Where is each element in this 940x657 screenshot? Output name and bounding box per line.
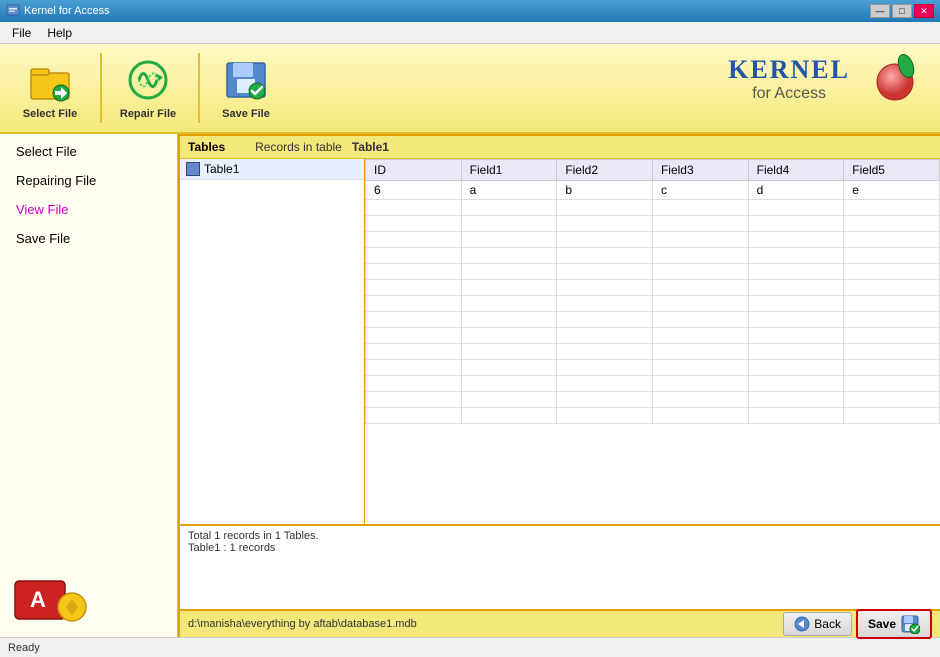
cell-0-id: 6 [366, 181, 462, 200]
grid-empty-row [366, 248, 940, 264]
toolbar-select-file-label: Select File [23, 108, 77, 120]
sidebar: Select File Repairing File View File Sav… [0, 134, 178, 637]
panel-header: Tables Records in table Table1 [180, 136, 940, 159]
grid-empty-row [366, 280, 940, 296]
grid-empty-row [366, 360, 940, 376]
title-bar-buttons: — □ ✕ [870, 4, 934, 18]
log-line-1: Table1 : 1 records [188, 542, 932, 554]
table-name: Table1 [204, 162, 239, 176]
tables-empty-space [180, 180, 364, 480]
file-path: d:\manisha\everything by aftab\database1… [188, 618, 783, 630]
svg-text:A: A [30, 587, 46, 612]
sidebar-item-select-file[interactable]: Select File [16, 144, 161, 159]
folder-icon [26, 56, 74, 104]
tables-list[interactable]: Table1 [180, 159, 365, 524]
status-text: Ready [8, 642, 40, 654]
grid-empty-row [366, 200, 940, 216]
bottom-buttons: Back Save [783, 609, 932, 639]
minimize-button[interactable]: — [870, 4, 890, 18]
maximize-button[interactable]: □ [892, 4, 912, 18]
menu-file[interactable]: File [4, 24, 39, 42]
grid-empty-row [366, 392, 940, 408]
brand-kernel-top: KERNEL [728, 55, 850, 85]
grid-empty-row [366, 296, 940, 312]
col-field4: Field4 [748, 160, 844, 181]
toolbar-save-file-label: Save File [222, 108, 270, 120]
data-area: Table1 ID Field1 Field2 Field3 Field4 [180, 159, 940, 524]
toolbar-repair-file-label: Repair File [120, 108, 176, 120]
cell-0-field1: a [461, 181, 557, 200]
log-area: Total 1 records in 1 Tables. Table1 : 1 … [180, 524, 940, 609]
current-table-name: Table1 [352, 140, 389, 154]
brand-lepide [870, 54, 920, 104]
access-logo: A [10, 571, 90, 629]
close-button[interactable]: ✕ [914, 4, 934, 18]
toolbar-select-file[interactable]: Select File [10, 51, 90, 126]
grid-header-row: ID Field1 Field2 Field3 Field4 Field5 [366, 160, 940, 181]
back-icon [794, 616, 810, 632]
grid-empty-row [366, 312, 940, 328]
save-icon-small [900, 614, 920, 634]
log-line-0: Total 1 records in 1 Tables. [188, 530, 932, 542]
brand-kernel: KERNEL for Access [728, 55, 850, 103]
col-field1: Field1 [461, 160, 557, 181]
title-bar-title: Kernel for Access [24, 5, 870, 17]
menu-help[interactable]: Help [39, 24, 80, 42]
grid-empty-row [366, 344, 940, 360]
sidebar-item-save-file[interactable]: Save File [16, 231, 161, 246]
grid-data-row-0: 6 a b c d e [366, 181, 940, 200]
records-header: Records in table Table1 [255, 140, 389, 154]
tables-header: Tables [188, 140, 225, 154]
title-bar-icon [6, 3, 20, 20]
repair-icon [124, 56, 172, 104]
status-bar: Ready [0, 637, 940, 657]
grid-empty-row [366, 232, 940, 248]
menu-bar: File Help [0, 22, 940, 44]
sidebar-item-view-file[interactable]: View File [16, 202, 161, 217]
title-bar: Kernel for Access — □ ✕ [0, 0, 940, 22]
back-label: Back [814, 617, 841, 631]
right-panel: Tables Records in table Table1 Table1 [178, 134, 940, 637]
toolbar-save-file[interactable]: Save File [206, 51, 286, 126]
back-button[interactable]: Back [783, 612, 852, 636]
grid-empty-row [366, 264, 940, 280]
cell-0-field2: b [557, 181, 653, 200]
save-label: Save [868, 617, 896, 631]
table-icon [186, 162, 200, 176]
grid-table: ID Field1 Field2 Field3 Field4 Field5 6 … [365, 159, 940, 424]
bottom-bar: d:\manisha\everything by aftab\database1… [180, 609, 940, 637]
toolbar-repair-file[interactable]: Repair File [108, 51, 188, 126]
save-button[interactable]: Save [856, 609, 932, 639]
cell-0-field4: d [748, 181, 844, 200]
records-label: Records in table [255, 140, 342, 154]
records-grid[interactable]: ID Field1 Field2 Field3 Field4 Field5 6 … [365, 159, 940, 524]
table-item[interactable]: Table1 [180, 159, 364, 180]
cell-0-field5: e [844, 181, 940, 200]
brand-kernel-bottom: for Access [728, 85, 850, 103]
sidebar-item-repairing-file[interactable]: Repairing File [16, 173, 161, 188]
toolbar: Select File Repair File Sa [0, 44, 940, 134]
grid-empty-row [366, 408, 940, 424]
main-content: Select File Repairing File View File Sav… [0, 134, 940, 637]
grid-empty-row [366, 328, 940, 344]
toolbar-sep-1 [100, 53, 102, 123]
cell-0-field3: c [652, 181, 748, 200]
grid-empty-row [366, 216, 940, 232]
toolbar-sep-2 [198, 53, 200, 123]
brand: KERNEL for Access [728, 54, 920, 104]
col-field2: Field2 [557, 160, 653, 181]
col-field3: Field3 [652, 160, 748, 181]
col-id: ID [366, 160, 462, 181]
col-field5: Field5 [844, 160, 940, 181]
grid-empty-row [366, 376, 940, 392]
save-icon [222, 56, 270, 104]
